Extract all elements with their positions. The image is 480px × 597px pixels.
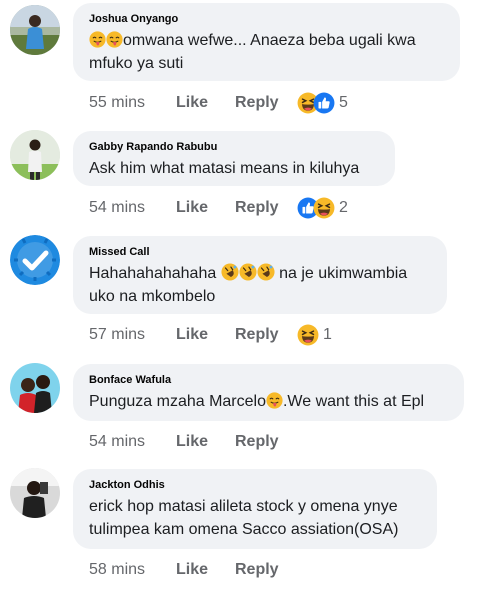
reply-button[interactable]: Reply — [235, 433, 297, 451]
haha-icon — [313, 197, 335, 219]
rofl-emoji-icon — [257, 263, 275, 281]
avatar[interactable] — [10, 5, 60, 55]
comment-bubble: Joshua Onyango omwana wefwe... Anaeza be… — [73, 3, 460, 81]
like-button[interactable]: Like — [176, 199, 235, 217]
comment-timestamp[interactable]: 54 mins — [89, 199, 176, 217]
reaction-summary[interactable]: 1 — [297, 324, 332, 346]
comment-timestamp[interactable]: 57 mins — [89, 326, 176, 344]
haha-icon — [297, 324, 319, 346]
comment-text-line: mfuko ya suti — [89, 55, 184, 72]
comment-author[interactable]: Joshua Onyango — [89, 12, 444, 26]
tongue-emoji-icon — [89, 31, 106, 48]
comment-text-line: Hahahahahahaha — [89, 265, 217, 282]
tongue-emoji-icon — [266, 392, 283, 409]
comment-author[interactable]: Missed Call — [89, 245, 431, 259]
like-button[interactable]: Like — [176, 326, 235, 344]
reaction-count: 2 — [339, 199, 348, 216]
comment-timestamp[interactable]: 54 mins — [89, 433, 176, 451]
comment-text-line: erick hop matasi alileta stock y omena y… — [89, 498, 398, 515]
comment-timestamp[interactable]: 58 mins — [89, 561, 176, 579]
comment-actions: 54 mins Like Reply — [89, 430, 297, 454]
comment-author[interactable]: Gabby Rapando Rabubu — [89, 140, 379, 154]
comment-text-line: tulimpea kam omena Sacco assiation(OSA) — [89, 521, 399, 538]
avatar[interactable] — [10, 363, 60, 413]
comment-author[interactable]: Jackton Odhis — [89, 478, 421, 492]
comment-actions: 58 mins Like Reply — [89, 558, 297, 582]
comment-text-line: omwana wefwe... Anaeza beba ugali kwa — [123, 32, 416, 49]
avatar[interactable] — [10, 468, 60, 518]
comment-timestamp[interactable]: 55 mins — [89, 94, 176, 112]
comment-bubble: Gabby Rapando Rabubu Ask him what matasi… — [73, 131, 395, 186]
tongue-emoji-icon — [106, 31, 123, 48]
comment-bubble: Bonface Wafula Punguza mzaha Marcelo .We … — [73, 364, 464, 421]
avatar[interactable] — [10, 130, 60, 180]
reaction-count: 1 — [323, 326, 332, 343]
comment-text-line: na je ukimwambia — [274, 265, 408, 282]
like-icon — [313, 92, 335, 114]
comment-text: Hahahahahahaha na je ukimwambia uko na m… — [89, 262, 431, 308]
rofl-emoji-icon — [221, 263, 239, 281]
comment-text-line: Punguza mzaha Marcelo — [89, 393, 266, 410]
avatar[interactable] — [10, 235, 60, 285]
reply-button[interactable]: Reply — [235, 326, 297, 344]
comment-text: erick hop matasi alileta stock y omena y… — [89, 495, 421, 541]
like-button[interactable]: Like — [176, 94, 235, 112]
rofl-emoji-icon — [239, 263, 257, 281]
reply-button[interactable]: Reply — [235, 199, 297, 217]
comment-text: omwana wefwe... Anaeza beba ugali kwa mf… — [89, 29, 444, 75]
like-button[interactable]: Like — [176, 433, 235, 451]
reply-button[interactable]: Reply — [235, 94, 297, 112]
comment-actions: 54 mins Like Reply 2 — [89, 196, 348, 220]
comment-bubble: Missed Call Hahahahahahaha na je ukimwam… — [73, 236, 447, 314]
reaction-summary[interactable]: 5 — [297, 92, 348, 114]
comment-bubble: Jackton Odhis erick hop matasi alileta s… — [73, 469, 437, 549]
reaction-count: 5 — [339, 94, 348, 111]
comment-text-line: uko na mkombelo — [89, 288, 216, 305]
like-button[interactable]: Like — [176, 561, 235, 579]
comment-text: Ask him what matasi means in kiluhya — [89, 160, 360, 177]
reaction-summary[interactable]: 2 — [297, 197, 348, 219]
comment-actions: 55 mins Like Reply 5 — [89, 91, 348, 115]
comment-text: Punguza mzaha Marcelo .We want this at Ep… — [89, 390, 448, 413]
comment-text-line: .We want this at Epl — [282, 393, 425, 410]
comment-actions: 57 mins Like Reply 1 — [89, 323, 332, 347]
reply-button[interactable]: Reply — [235, 561, 297, 579]
comment-author[interactable]: Bonface Wafula — [89, 373, 448, 387]
